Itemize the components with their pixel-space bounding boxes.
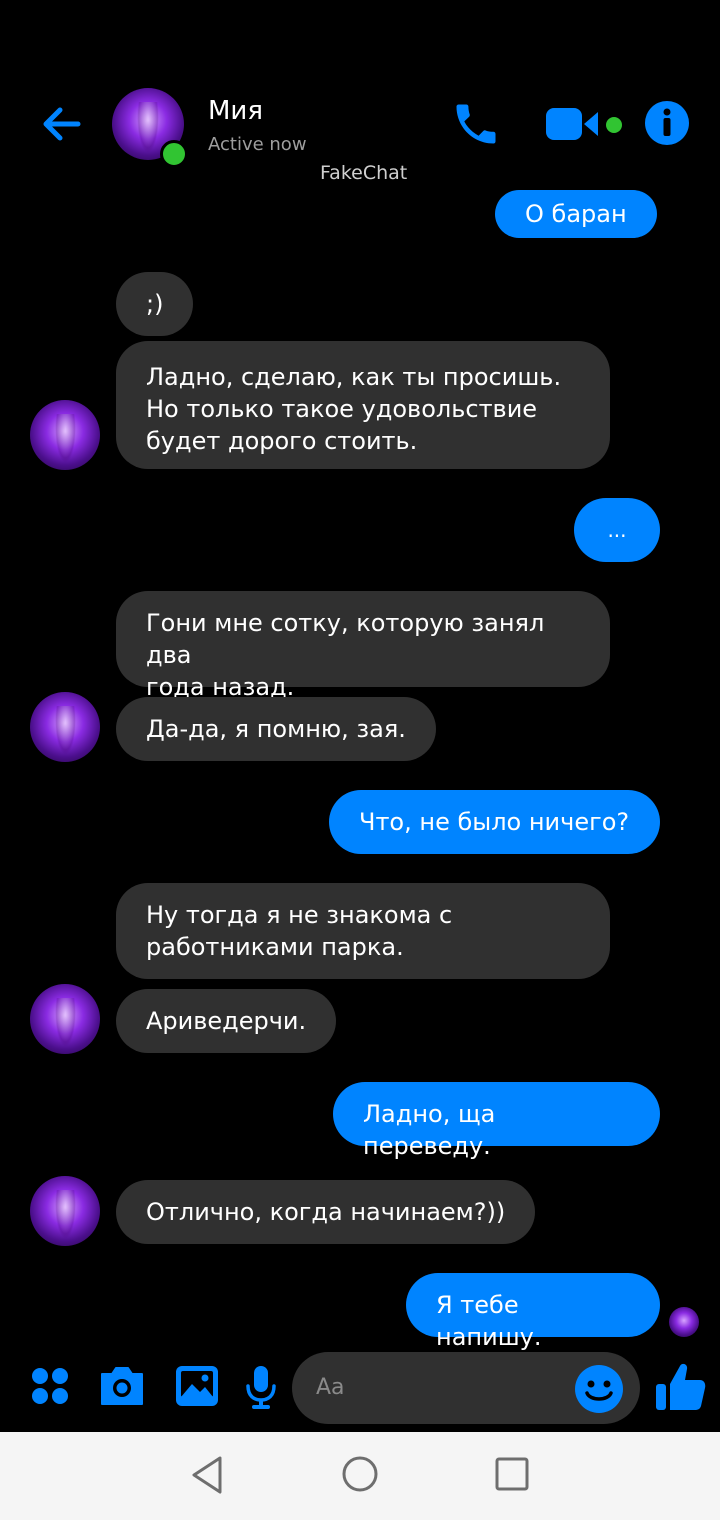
seen-receipt-avatar bbox=[669, 1307, 699, 1337]
message-outgoing[interactable]: ... bbox=[574, 498, 660, 562]
video-camera-icon[interactable] bbox=[544, 104, 600, 144]
nav-home-icon[interactable] bbox=[340, 1454, 380, 1494]
contact-status: Active now bbox=[208, 134, 307, 155]
back-arrow-icon[interactable] bbox=[38, 100, 86, 148]
info-icon[interactable] bbox=[644, 100, 690, 146]
message-outgoing[interactable]: Что, не было ничего? bbox=[329, 790, 660, 854]
nav-back-icon[interactable] bbox=[186, 1454, 228, 1496]
contact-avatar-small[interactable] bbox=[30, 1176, 100, 1246]
gallery-icon[interactable] bbox=[174, 1364, 220, 1408]
nav-recents-icon[interactable] bbox=[492, 1454, 532, 1494]
message-input[interactable]: Aa bbox=[316, 1352, 566, 1424]
message-outgoing[interactable]: Ладно, ща переведу. bbox=[333, 1082, 660, 1160]
contact-avatar-small[interactable] bbox=[30, 400, 100, 470]
message-incoming[interactable]: Гони мне сотку, которую занял два года н… bbox=[116, 591, 610, 701]
message-input-box[interactable]: Aa bbox=[292, 1352, 640, 1424]
contact-avatar-small[interactable] bbox=[30, 692, 100, 762]
message-incoming[interactable]: ;) bbox=[116, 272, 194, 336]
contact-name[interactable]: Мия bbox=[208, 96, 263, 126]
app-watermark: FakeChat bbox=[320, 162, 408, 184]
camera-icon[interactable] bbox=[98, 1364, 146, 1408]
emoji-icon[interactable] bbox=[574, 1364, 624, 1414]
video-active-dot bbox=[606, 117, 622, 133]
message-incoming[interactable]: Ариведерчи. bbox=[116, 989, 337, 1053]
message-incoming[interactable]: Ну тогда я не знакома с работниками парк… bbox=[116, 883, 610, 979]
phone-icon[interactable] bbox=[450, 98, 502, 150]
system-nav-bar bbox=[0, 1432, 720, 1520]
message-outgoing[interactable]: О баран bbox=[495, 190, 657, 238]
apps-icon[interactable] bbox=[30, 1366, 70, 1406]
mic-icon[interactable] bbox=[244, 1364, 278, 1410]
message-incoming[interactable]: Отлично, когда начинаем?)) bbox=[116, 1180, 536, 1244]
message-incoming[interactable]: Да-да, я помню, зая. bbox=[116, 697, 436, 761]
thumbs-up-icon[interactable] bbox=[654, 1360, 708, 1414]
contact-avatar-small[interactable] bbox=[30, 984, 100, 1054]
online-indicator bbox=[160, 140, 188, 168]
message-incoming[interactable]: Ладно, сделаю, как ты просишь. Но только… bbox=[116, 341, 610, 469]
message-outgoing[interactable]: Я тебе напишу. bbox=[406, 1273, 660, 1351]
